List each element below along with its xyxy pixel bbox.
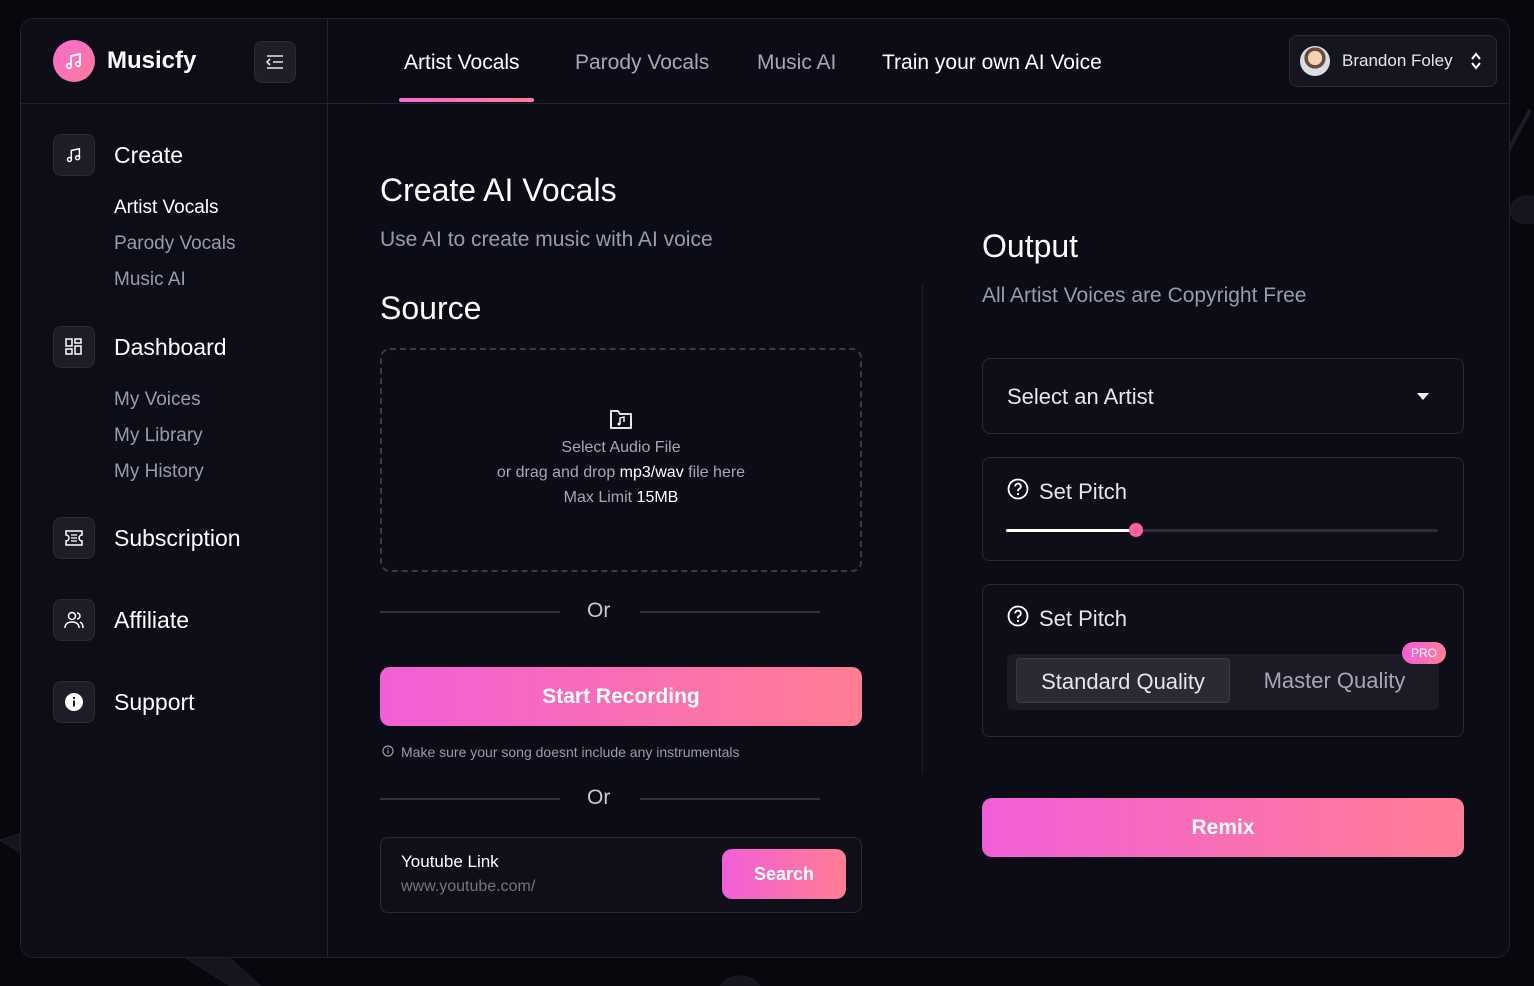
- output-title: Output: [982, 228, 1079, 264]
- artist-select[interactable]: Select an Artist: [982, 358, 1464, 434]
- pitch-card: Set Pitch: [982, 457, 1464, 561]
- nav-group-affiliate: Affiliate: [53, 599, 189, 641]
- sidebar-item-parody-vocals[interactable]: Parody Vocals: [114, 226, 235, 262]
- audio-dropzone[interactable]: Select Audio File or drag and drop mp3/w…: [380, 348, 862, 572]
- caret-down-icon: [1417, 393, 1429, 400]
- collapse-sidebar-button[interactable]: [254, 41, 296, 83]
- music-note-icon: [53, 134, 95, 176]
- sidebar-item-support[interactable]: Support: [53, 681, 195, 723]
- collapse-menu-icon: [265, 55, 283, 69]
- info-circle-icon: [382, 744, 394, 760]
- user-menu[interactable]: Brandon Foley: [1289, 35, 1497, 87]
- top-tabs: Artist Vocals Parody Vocals Music AI Tra…: [328, 19, 1509, 104]
- pro-badge: PRO: [1402, 642, 1447, 664]
- dashboard-icon: [53, 326, 95, 368]
- or-divider: Or: [380, 599, 820, 623]
- brand-name: Musicfy: [107, 47, 197, 74]
- users-icon: [53, 599, 95, 641]
- main-content: Create AI Vocals Use AI to create music …: [328, 104, 1509, 957]
- youtube-label: Youtube Link: [401, 852, 499, 871]
- quality-card: Set Pitch Standard Quality Master Qualit…: [982, 584, 1464, 737]
- dropzone-line-1: Select Audio File: [561, 439, 681, 456]
- sidebar-item-dashboard[interactable]: Dashboard: [53, 326, 227, 368]
- sidebar-item-my-library[interactable]: My Library: [114, 418, 227, 454]
- tab-train-ai-voice[interactable]: Train your own AI Voice: [882, 19, 1102, 104]
- avatar: [1300, 46, 1330, 76]
- sidebar-item-create[interactable]: Create: [53, 134, 235, 176]
- active-tab-indicator: [399, 98, 534, 102]
- nav-group-support: Support: [53, 681, 195, 723]
- standard-quality-option[interactable]: Standard Quality: [1016, 658, 1230, 703]
- sidebar-item-music-ai[interactable]: Music AI: [114, 262, 235, 298]
- artist-select-value: Select an Artist: [1007, 384, 1154, 409]
- page-title: Create AI Vocals: [380, 172, 617, 208]
- dropzone-line-2: or drag and drop mp3/wav file here: [496, 464, 746, 481]
- nav-group-create: Create Artist Vocals Parody Vocals Music…: [53, 134, 235, 298]
- ticket-icon: [53, 517, 95, 559]
- sidebar-item-my-voices[interactable]: My Voices: [114, 382, 227, 418]
- or-divider: Or: [380, 786, 820, 810]
- sidebar-item-label: Dashboard: [114, 333, 227, 360]
- remix-button[interactable]: Remix: [982, 798, 1464, 857]
- instrumental-note: Make sure your song doesnt include any i…: [382, 744, 740, 760]
- youtube-link-field: Youtube Link Search: [380, 837, 862, 913]
- tab-artist-vocals[interactable]: Artist Vocals: [404, 19, 520, 104]
- sidebar-item-label: Support: [114, 688, 195, 715]
- page-subtitle: Use AI to create music with AI voice: [380, 228, 713, 251]
- sidebar-item-my-history[interactable]: My History: [114, 454, 227, 490]
- sidebar-item-affiliate[interactable]: Affiliate: [53, 599, 189, 641]
- sidebar-item-label: Affiliate: [114, 606, 190, 633]
- sidebar-item-label: Create: [114, 141, 184, 168]
- quality-toggle: Standard Quality Master Quality: [1007, 654, 1439, 710]
- pitch-slider[interactable]: [1006, 523, 1438, 537]
- quality-title: Set Pitch: [1007, 605, 1127, 633]
- help-circle-icon: [1007, 478, 1029, 506]
- sidebar: Musicfy Create Artist Vocals Parody Voca…: [21, 19, 328, 957]
- chevron-up-down-icon: [1471, 52, 1481, 70]
- pitch-slider-thumb[interactable]: [1128, 523, 1143, 537]
- tab-parody-vocals[interactable]: Parody Vocals: [575, 19, 709, 104]
- nav-group-subscription: Subscription: [53, 517, 241, 559]
- column-divider: [922, 284, 923, 774]
- dropzone-line-3: Max Limit 15MB: [563, 489, 679, 506]
- brand: Musicfy: [21, 19, 327, 104]
- youtube-input[interactable]: [401, 878, 701, 896]
- user-name: Brandon Foley: [1342, 51, 1453, 70]
- sidebar-item-artist-vocals[interactable]: Artist Vocals: [114, 190, 235, 226]
- master-quality-option[interactable]: Master Quality: [1237, 658, 1432, 703]
- tab-music-ai[interactable]: Music AI: [757, 19, 836, 104]
- source-title: Source: [380, 290, 482, 326]
- pitch-title: Set Pitch: [1007, 478, 1127, 506]
- app-window: Musicfy Create Artist Vocals Parody Voca…: [20, 18, 1510, 958]
- info-icon: [53, 681, 95, 723]
- sidebar-item-label: Subscription: [114, 524, 241, 551]
- sidebar-item-subscription[interactable]: Subscription: [53, 517, 241, 559]
- search-button[interactable]: Search: [722, 849, 846, 899]
- help-circle-icon: [1007, 605, 1029, 633]
- pitch-slider-fill: [1006, 529, 1136, 532]
- start-recording-button[interactable]: Start Recording: [380, 667, 862, 726]
- music-folder-icon: [382, 408, 860, 435]
- output-subtitle: All Artist Voices are Copyright Free: [982, 284, 1307, 307]
- music-note-icon: [53, 40, 95, 82]
- nav-group-dashboard: Dashboard My Voices My Library My Histor…: [53, 326, 227, 490]
